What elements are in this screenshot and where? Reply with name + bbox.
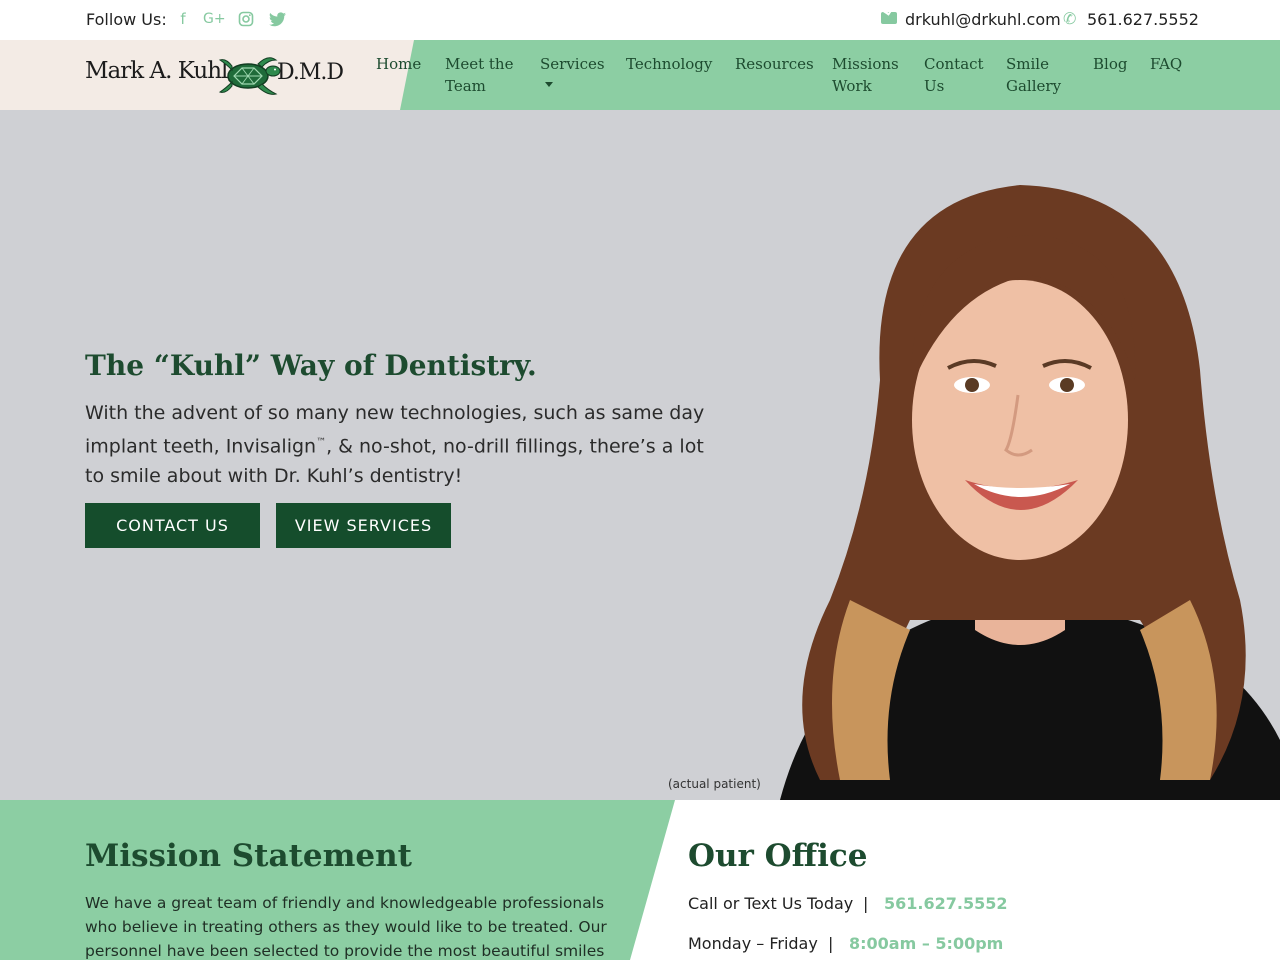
office-phone-link[interactable]: 561.627.5552 — [884, 894, 1007, 913]
chevron-down-icon[interactable] — [545, 82, 553, 87]
twitter-icon[interactable] — [268, 9, 286, 29]
nav-missions-work[interactable]: Missions Work — [832, 53, 912, 97]
nav-home[interactable]: Home — [376, 53, 421, 75]
trademark-symbol: ™ — [316, 437, 327, 448]
photo-caption: (actual patient) — [668, 777, 761, 791]
hero-title: The “Kuhl” Way of Dentistry. — [85, 349, 537, 382]
hero-description: With the advent of so many new technolog… — [85, 398, 725, 491]
phone-icon: ✆ — [1063, 9, 1077, 28]
turtle-logo-icon — [218, 57, 281, 95]
office-title: Our Office — [688, 838, 868, 874]
logo-name: Mark A. Kuhl, — [85, 58, 235, 84]
instagram-icon[interactable] — [237, 9, 255, 29]
top-bar: Follow Us: f G+ drkuhl@drkuhl.com ✆ 561.… — [0, 0, 1280, 40]
separator: | — [828, 934, 834, 953]
mission-text: We have a great team of friendly and kno… — [85, 894, 607, 960]
office-hours: 8:00am – 5:00pm — [849, 934, 1004, 953]
follow-us-label: Follow Us: — [86, 10, 167, 29]
email-link[interactable]: drkuhl@drkuhl.com — [905, 10, 1061, 29]
envelope-icon — [881, 12, 897, 24]
nav-blog[interactable]: Blog — [1093, 53, 1127, 75]
contact-us-button[interactable]: CONTACT US — [85, 503, 260, 548]
hours-label: Monday – Friday — [688, 934, 818, 953]
nav-meet-the-team[interactable]: Meet the Team — [445, 53, 525, 97]
call-label: Call or Text Us Today — [688, 894, 854, 913]
nav-resources[interactable]: Resources — [735, 53, 814, 75]
google-plus-icon[interactable]: G+ — [203, 9, 226, 29]
nav-faq[interactable]: FAQ — [1150, 53, 1182, 75]
nav-contact-us[interactable]: Contact Us — [924, 53, 994, 97]
mission-title: Mission Statement — [85, 838, 412, 874]
site-logo[interactable]: Mark A. Kuhl, D.M.D — [85, 52, 347, 102]
facebook-icon[interactable]: f — [174, 9, 192, 29]
view-services-button[interactable]: VIEW SERVICES — [276, 503, 451, 548]
nav-technology[interactable]: Technology — [626, 53, 712, 75]
patient-photo — [780, 185, 1280, 800]
logo-suffix: D.M.D — [277, 60, 344, 85]
nav-services[interactable]: Services — [540, 53, 605, 75]
phone-link[interactable]: 561.627.5552 — [1087, 10, 1199, 29]
nav-smile-gallery[interactable]: Smile Gallery — [1006, 53, 1076, 97]
separator: | — [863, 894, 869, 913]
